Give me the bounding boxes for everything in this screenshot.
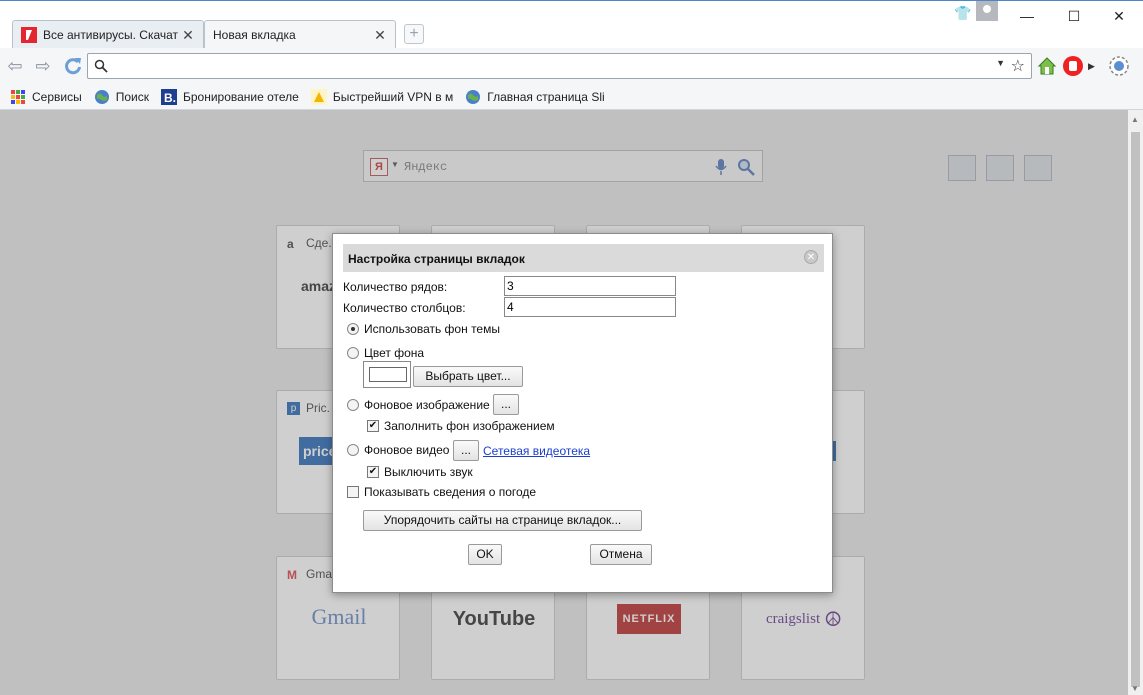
- checkbox[interactable]: ✔: [367, 420, 379, 432]
- browser-toolbar: ⇦ ⇨ ▼ ☆ ▶: [0, 48, 1143, 84]
- browse-video-button[interactable]: ...: [453, 440, 479, 461]
- cancel-button[interactable]: Отмена: [590, 544, 652, 565]
- reload-icon[interactable]: [63, 56, 83, 76]
- checkbox[interactable]: ✔: [367, 466, 379, 478]
- page-scrollbar[interactable]: ▲ ▼: [1128, 110, 1143, 695]
- ok-button[interactable]: OK: [468, 544, 502, 565]
- arrange-sites-button[interactable]: Упорядочить сайты на странице вкладок...: [363, 510, 642, 531]
- close-tab-icon[interactable]: ✕: [181, 27, 195, 44]
- fill-bg-image-option[interactable]: ✔ Заполнить фон изображением: [367, 419, 555, 433]
- search-icon: [94, 59, 108, 73]
- settings-globe-icon[interactable]: [1108, 55, 1130, 77]
- color-swatch[interactable]: [363, 361, 411, 388]
- option-label: Выключить звук: [384, 465, 473, 479]
- show-weather-option[interactable]: Показывать сведения о погоде: [347, 485, 536, 499]
- rows-label: Количество рядов:: [343, 280, 448, 294]
- bookmark-vpn[interactable]: Быстрейший VPN в м: [310, 88, 454, 105]
- bookmark-label: Поиск: [115, 89, 149, 104]
- globe-icon: [94, 89, 109, 104]
- booking-icon: B.: [160, 88, 177, 105]
- bookmarks-bar: Сервисы Поиск B. Бронирование отеле Быст…: [0, 84, 1143, 110]
- radio-button[interactable]: [347, 347, 359, 359]
- option-label: Цвет фона: [364, 346, 425, 360]
- bookmark-label: Бронирование отеле: [182, 89, 299, 104]
- dialog-title: Настройка страницы вкладок: [348, 252, 525, 266]
- apps-grid-icon: [11, 89, 25, 104]
- bg-video-option[interactable]: Фоновое видео: [347, 443, 449, 457]
- forward-arrow-icon[interactable]: ⇨: [33, 56, 53, 76]
- tab-antivirus[interactable]: Все антивирусы. Скачат ✕: [12, 20, 204, 49]
- tab-new-tab[interactable]: Новая вкладка ✕: [204, 20, 396, 49]
- address-bar[interactable]: ▼ ☆: [87, 53, 1032, 79]
- option-label: Фоновое изображение: [364, 398, 490, 412]
- option-label: Заполнить фон изображением: [384, 419, 555, 433]
- tab-page-settings-dialog: Настройка страницы вкладок ✕ Количество …: [332, 233, 833, 593]
- bookmark-star-icon[interactable]: ☆: [1011, 56, 1025, 76]
- home-icon[interactable]: [1036, 55, 1058, 77]
- profile-icon[interactable]: [976, 1, 998, 21]
- close-window-icon[interactable]: ✕: [1097, 5, 1141, 27]
- bg-image-option[interactable]: Фоновое изображение: [347, 398, 490, 412]
- scroll-down-icon[interactable]: ▼: [1131, 684, 1139, 693]
- bookmark-services[interactable]: Сервисы: [10, 89, 82, 105]
- rows-field[interactable]: [504, 276, 676, 296]
- scrollbar-thumb[interactable]: [1131, 132, 1140, 687]
- minimize-icon[interactable]: —: [1005, 5, 1049, 27]
- bookmark-label: Главная страница Sli: [487, 89, 605, 104]
- tab-title: Новая вкладка: [213, 28, 296, 42]
- option-label: Фоновое видео: [364, 443, 450, 457]
- dialog-header: Настройка страницы вкладок ✕: [343, 244, 824, 272]
- bookmark-booking[interactable]: B. Бронирование отеле: [160, 88, 299, 105]
- window-titlebar: Все антивирусы. Скачат ✕ Новая вкладка ✕…: [0, 0, 1143, 49]
- extension-arrow-icon[interactable]: ▶: [1088, 55, 1110, 77]
- radio-button[interactable]: [347, 323, 359, 335]
- mute-option[interactable]: ✔ Выключить звук: [367, 465, 473, 479]
- option-label: Показывать сведения о погоде: [364, 485, 537, 499]
- bookmark-label: Быстрейший VPN в м: [332, 89, 454, 104]
- globe-icon: [466, 89, 481, 104]
- option-label: Использовать фон темы: [364, 322, 500, 336]
- scroll-up-icon[interactable]: ▲: [1131, 115, 1139, 124]
- choose-color-button[interactable]: Выбрать цвет...: [413, 366, 523, 387]
- columns-label: Количество столбцов:: [343, 301, 466, 315]
- dropdown-arrow-icon[interactable]: ▼: [996, 58, 1005, 68]
- theme-shirt-icon[interactable]: 👕: [952, 5, 974, 23]
- radio-button[interactable]: [347, 399, 359, 411]
- bookmark-search[interactable]: Поиск: [94, 89, 149, 105]
- bg-color-option[interactable]: Цвет фона: [347, 346, 424, 360]
- radio-button[interactable]: [347, 444, 359, 456]
- maximize-icon[interactable]: ☐: [1052, 5, 1096, 27]
- bookmark-slimjet-home[interactable]: Главная страница Sli: [465, 89, 605, 105]
- use-theme-bg-option[interactable]: Использовать фон темы: [347, 322, 500, 336]
- checkbox[interactable]: [347, 486, 359, 498]
- new-tab-button[interactable]: +: [404, 24, 424, 44]
- back-arrow-icon[interactable]: ⇦: [5, 56, 25, 76]
- browse-image-button[interactable]: ...: [493, 394, 519, 415]
- bookmark-label: Сервисы: [32, 89, 82, 104]
- svg-text:B.: B.: [164, 91, 176, 105]
- close-icon[interactable]: ✕: [804, 250, 818, 264]
- adblock-icon[interactable]: [1062, 55, 1084, 77]
- tab-title: Все антивирусы. Скачат: [43, 28, 179, 42]
- vpn-icon: [310, 88, 327, 105]
- columns-field[interactable]: [504, 297, 676, 317]
- close-tab-icon[interactable]: ✕: [373, 27, 387, 44]
- video-library-link[interactable]: Сетевая видеотека: [483, 444, 590, 458]
- antivirus-favicon-icon: [21, 27, 37, 43]
- address-input[interactable]: [114, 57, 994, 75]
